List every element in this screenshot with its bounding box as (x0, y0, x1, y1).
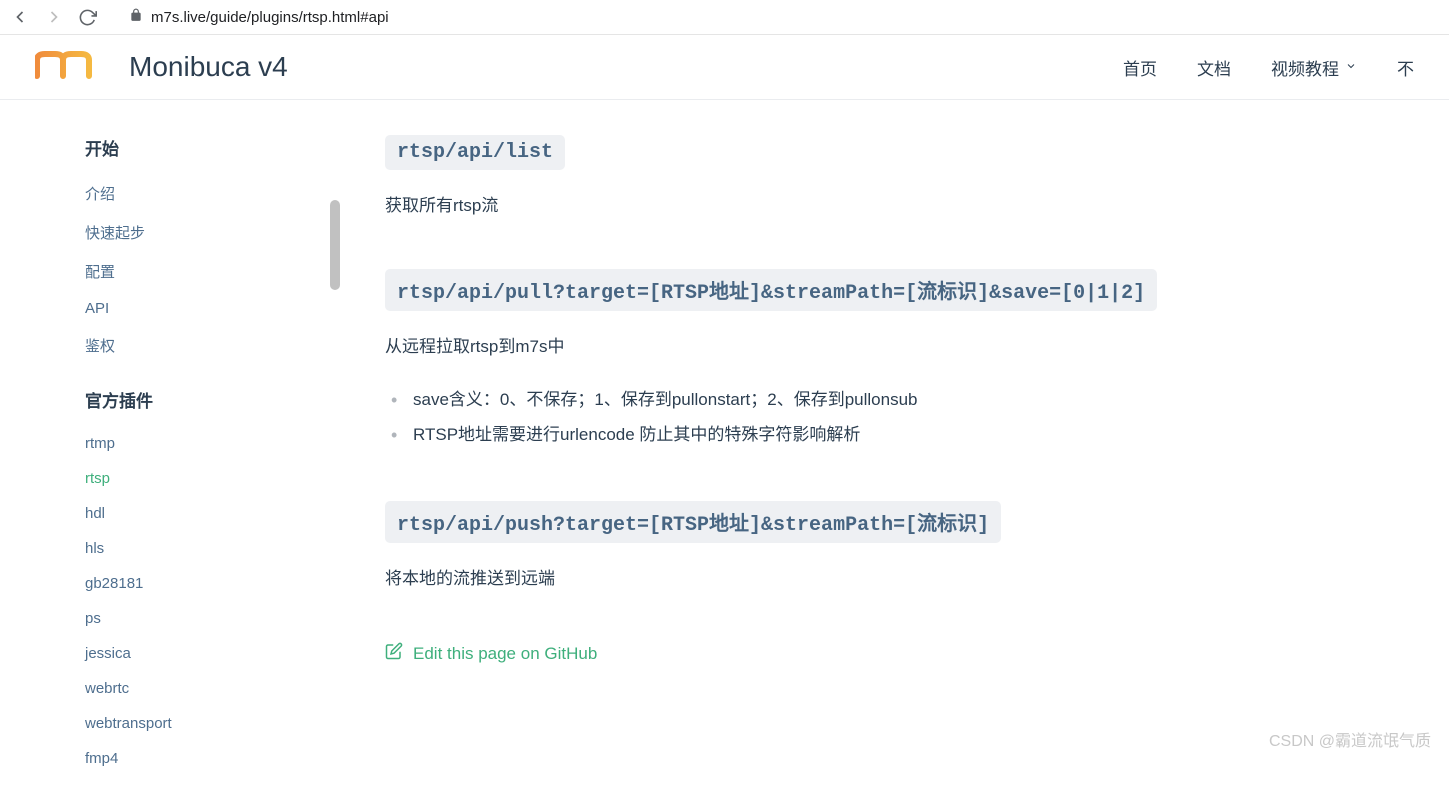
chevron-down-icon (1345, 57, 1357, 77)
nav-video-tutorial[interactable]: 视频教程 (1271, 55, 1357, 80)
sidebar-item-quickstart[interactable]: 快速起步 (85, 213, 340, 252)
sidebar: 开始 介绍 快速起步 配置 API 鉴权 官方插件 rtmp rtsp hdl … (0, 100, 340, 811)
sidebar-item-jessica[interactable]: jessica (85, 636, 340, 671)
nav-more[interactable]: 不 (1397, 55, 1414, 80)
api-heading-list: rtsp/api/list (385, 135, 565, 170)
list-item: save含义：0、不保存；1、保存到pullonstart；2、保存到pullo… (385, 382, 1295, 418)
url-text: m7s.live/guide/plugins/rtsp.html#api (151, 9, 389, 26)
sidebar-item-ps[interactable]: ps (85, 601, 340, 636)
url-bar[interactable]: m7s.live/guide/plugins/rtsp.html#api (129, 8, 389, 26)
sidebar-item-webrtc[interactable]: webrtc (85, 671, 340, 706)
brand[interactable]: Monibuca v4 (35, 50, 288, 85)
site-header: Monibuca v4 首页 文档 视频教程 不 (0, 35, 1449, 100)
sidebar-item-hdl[interactable]: hdl (85, 496, 340, 531)
nav-home[interactable]: 首页 (1123, 55, 1157, 80)
sidebar-item-api[interactable]: API (85, 291, 340, 326)
api-heading-push: rtsp/api/push?target=[RTSP地址]&streamPath… (385, 501, 1001, 543)
sidebar-item-config[interactable]: 配置 (85, 252, 340, 291)
sidebar-item-auth[interactable]: 鉴权 (85, 326, 340, 365)
sidebar-item-gb28181[interactable]: gb28181 (85, 566, 340, 601)
nav-docs[interactable]: 文档 (1197, 55, 1231, 80)
back-icon[interactable] (10, 7, 30, 27)
sidebar-item-rtmp[interactable]: rtmp (85, 426, 340, 461)
sidebar-item-rtsp[interactable]: rtsp (85, 461, 340, 496)
lock-icon (129, 8, 143, 26)
forward-icon[interactable] (44, 7, 64, 27)
sidebar-item-webtransport[interactable]: webtransport (85, 706, 340, 741)
edit-on-github-link[interactable]: Edit this page on GitHub (385, 642, 1295, 665)
sidebar-item-hls[interactable]: hls (85, 531, 340, 566)
sidebar-section-start: 开始 (85, 135, 340, 160)
sidebar-item-intro[interactable]: 介绍 (85, 174, 340, 213)
list-item: RTSP地址需要进行urlencode 防止其中的特殊字符影响解析 (385, 417, 1295, 453)
header-nav: 首页 文档 视频教程 不 (1123, 55, 1414, 80)
edit-link-label: Edit this page on GitHub (413, 644, 597, 664)
reload-icon[interactable] (78, 8, 97, 27)
layout: 开始 介绍 快速起步 配置 API 鉴权 官方插件 rtmp rtsp hdl … (0, 100, 1449, 759)
sidebar-section-plugins: 官方插件 (85, 387, 340, 412)
browser-bar: m7s.live/guide/plugins/rtsp.html#api (0, 0, 1449, 35)
main-content: rtsp/api/list 获取所有rtsp流 rtsp/api/pull?ta… (340, 100, 1340, 759)
api-desc-list: 获取所有rtsp流 (385, 192, 1295, 221)
api-pull-notes: save含义：0、不保存；1、保存到pullonstart；2、保存到pullo… (385, 382, 1295, 453)
logo-icon (35, 50, 115, 85)
brand-title: Monibuca v4 (129, 51, 288, 83)
sidebar-scrollbar[interactable] (330, 200, 340, 290)
api-heading-pull: rtsp/api/pull?target=[RTSP地址]&streamPath… (385, 269, 1157, 311)
api-desc-push: 将本地的流推送到远端 (385, 565, 1295, 594)
edit-icon (385, 642, 403, 665)
api-desc-pull: 从远程拉取rtsp到m7s中 (385, 333, 1295, 362)
